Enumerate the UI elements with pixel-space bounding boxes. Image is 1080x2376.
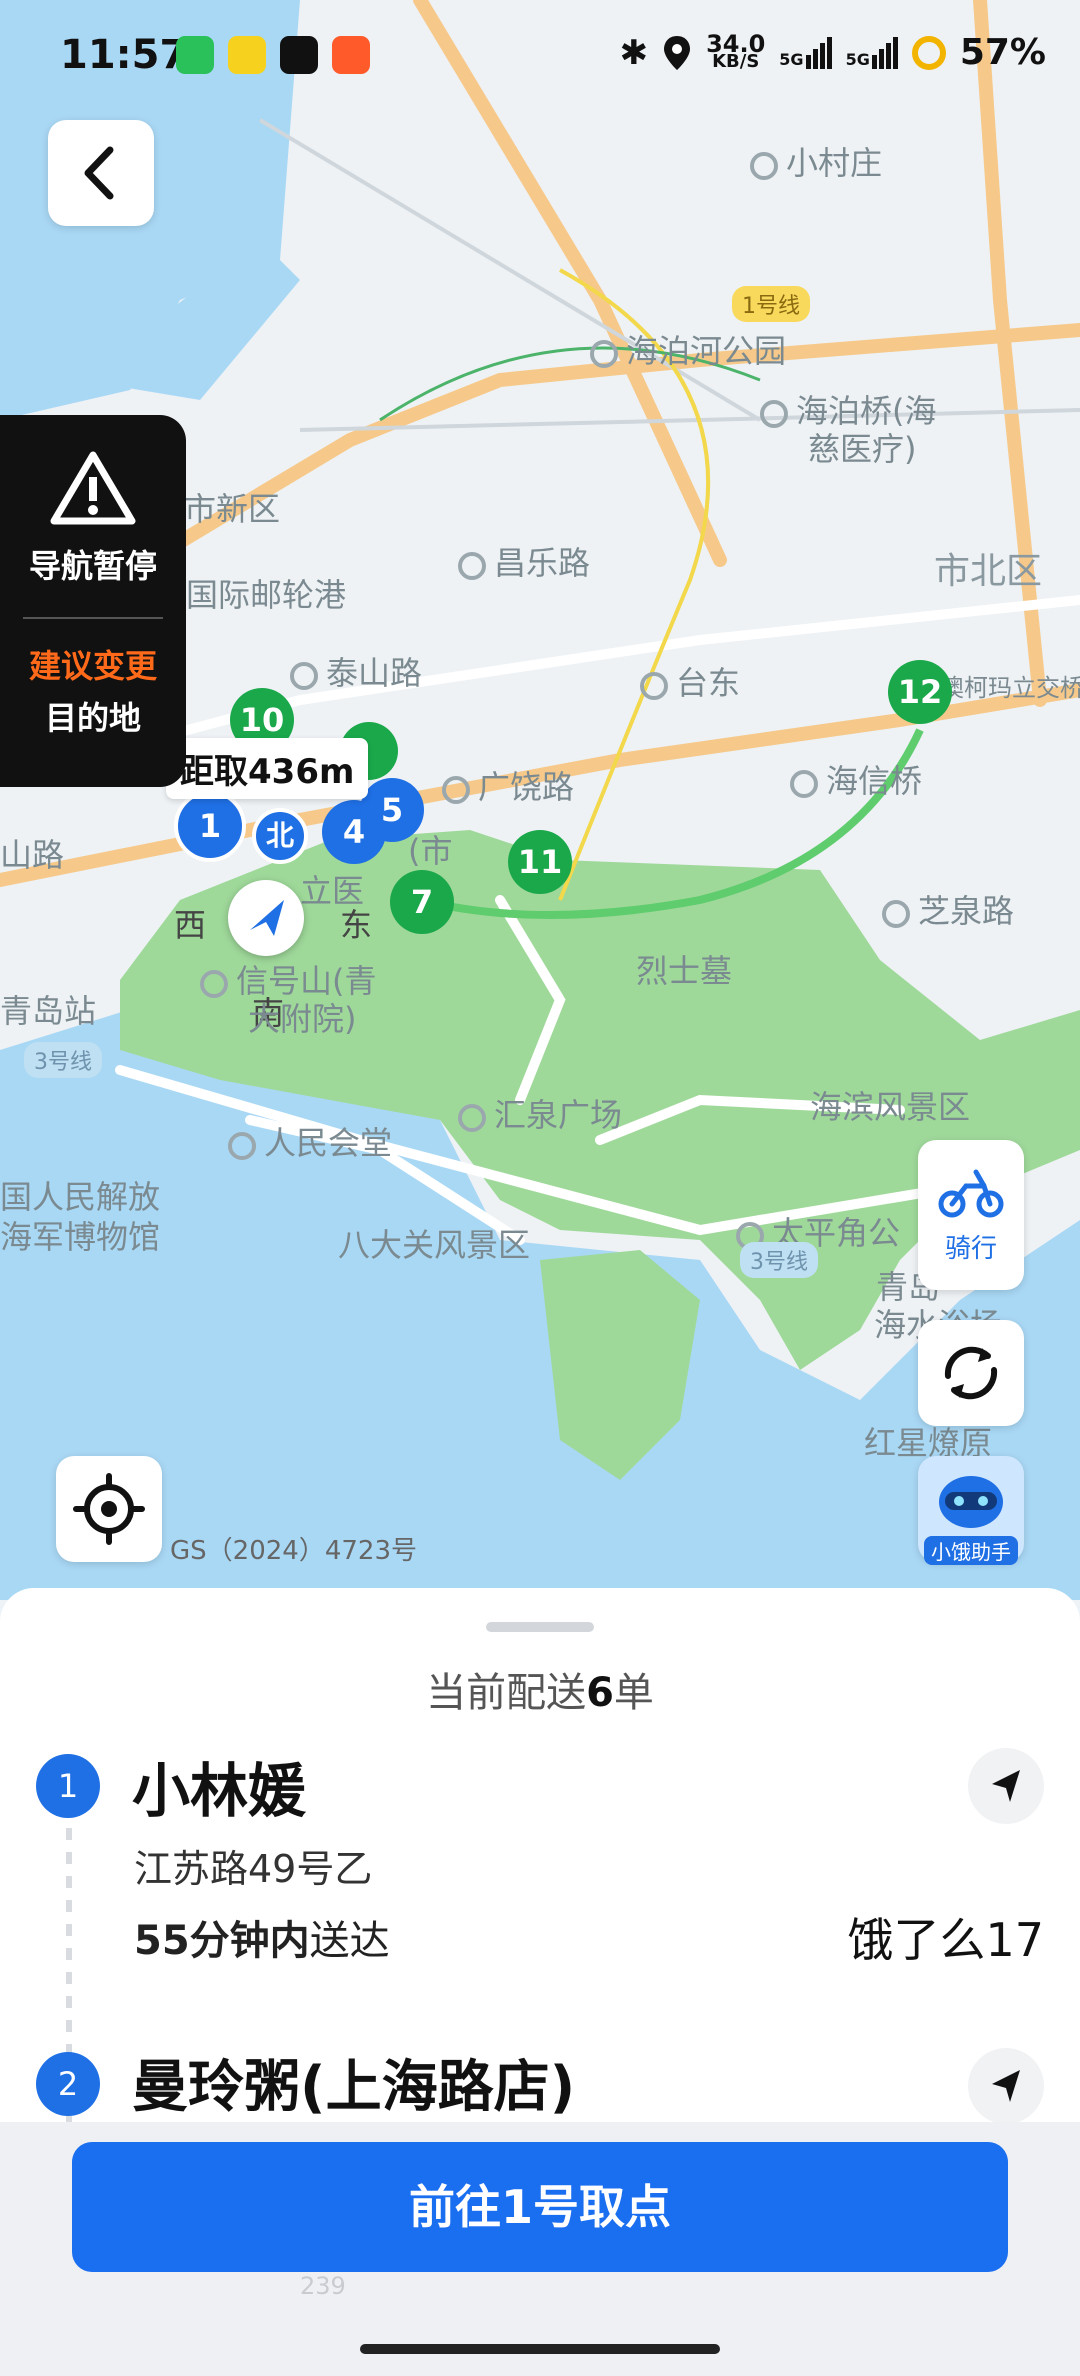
map-copyright: GS（2024）4723号	[170, 1536, 417, 1566]
delivery-summary: 当前配送6单	[426, 1670, 654, 1716]
suggest-change-label: 建议变更	[28, 647, 157, 685]
compass-west: 西	[174, 906, 207, 944]
signal-icon: 5G	[779, 36, 832, 69]
metro-icon	[640, 672, 668, 700]
chevron-left-icon	[84, 146, 114, 200]
status-indicators: ✱ 34.0 KB/S 5G 5G 57%	[619, 29, 1046, 74]
tiktok-icon	[280, 36, 318, 74]
map-label: 烈士墓	[636, 952, 733, 990]
battery-percent: 57%	[959, 32, 1046, 73]
refresh-icon	[944, 1346, 998, 1400]
home-indicator[interactable]	[360, 2344, 720, 2354]
navigation-paused-card[interactable]: 导航暂停 建议变更 目的地	[0, 415, 186, 787]
destination-label: 目的地	[44, 699, 141, 737]
map-label: 海信桥	[790, 756, 922, 802]
map-label: 小村庄	[750, 138, 882, 184]
signal-icon: 5G	[846, 36, 898, 69]
go-to-pickup-button[interactable]: 前往1号取点	[72, 2142, 1008, 2272]
assistant-button[interactable]: 小饿助手	[918, 1456, 1024, 1565]
district-label: 市北区	[934, 551, 1043, 592]
map-pin-11[interactable]: 11	[508, 830, 572, 894]
metro-icon	[442, 776, 470, 804]
map-pin-5[interactable]: 5	[360, 778, 424, 842]
map-label: 汇泉广场	[458, 1090, 622, 1136]
map-label: 芝泉路	[882, 886, 1014, 932]
ride-mode-button[interactable]: 骑行	[918, 1140, 1024, 1290]
metro-icon	[290, 662, 318, 690]
metro-icon	[458, 1104, 486, 1132]
refresh-button[interactable]	[918, 1320, 1024, 1426]
metro-line-badge: 3号线	[24, 1042, 102, 1078]
warning-triangle-icon	[50, 451, 136, 525]
order-address: 江苏路49号乙	[134, 1847, 373, 1891]
navigate-order-button[interactable]	[968, 1748, 1044, 1824]
my-location-marker	[228, 880, 304, 956]
app-notification-icon	[228, 36, 266, 74]
footer-faint-number: 239	[300, 2272, 346, 2300]
distance-tooltip: 距取436m	[166, 738, 369, 799]
back-button[interactable]	[48, 120, 154, 226]
map-label: 澳柯玛立交桥	[940, 674, 1080, 702]
metro-icon	[458, 552, 486, 580]
navigation-arrow-icon	[992, 2070, 1020, 2102]
navigation-arrow-icon	[992, 1770, 1020, 1802]
map-label: 海军博物馆	[0, 1218, 161, 1256]
map-label: 广饶路	[442, 762, 574, 808]
nav-paused-title: 导航暂停	[28, 547, 157, 585]
drag-handle[interactable]	[486, 1622, 594, 1632]
wechat-icon	[176, 36, 214, 74]
assistant-label: 小饿助手	[924, 1536, 1018, 1565]
map-label: 国际邮轮港	[186, 576, 347, 614]
location-icon	[664, 35, 691, 70]
status-bar: 11:57 ✱ 34.0 KB/S 5G 5G 57%	[0, 0, 1080, 110]
map-label: 大附院)	[248, 1000, 357, 1038]
metro-icon	[228, 1132, 256, 1160]
map-label: 海滨风景区	[810, 1088, 971, 1126]
map-label: 山路	[0, 836, 65, 874]
map-label: 昌乐路	[458, 538, 590, 584]
map-label: 泰山路	[290, 648, 422, 694]
map-label: 台东	[640, 658, 740, 704]
notification-icons	[176, 36, 370, 74]
scooter-icon	[938, 1169, 1004, 1218]
metro-icon	[590, 340, 618, 368]
map-label: (市	[408, 832, 453, 870]
net-speed: 34.0 KB/S	[706, 29, 766, 72]
map-label: 立医	[300, 872, 365, 910]
metro-line-badge: 3号线	[740, 1242, 818, 1278]
bluetooth-icon: ✱	[619, 32, 649, 73]
map-pin-7[interactable]: 7	[390, 870, 454, 934]
metro-line-badge: 1号线	[732, 286, 810, 322]
map-label: 八大关风景区	[338, 1226, 531, 1264]
order-name: 小林媛	[132, 1757, 307, 1825]
metro-icon	[790, 770, 818, 798]
metro-icon	[750, 152, 778, 180]
map-label: 海泊河公园	[590, 326, 786, 372]
status-time: 11:57	[60, 32, 188, 78]
metro-icon	[882, 900, 910, 928]
metro-icon	[760, 400, 788, 428]
order-name: 曼玲粥(上海路店)	[132, 2055, 576, 2120]
order-deadline: 55分钟内送达	[134, 1918, 390, 1964]
navigate-order-button[interactable]	[968, 2048, 1044, 2124]
map-label: 慈医疗)	[808, 430, 917, 468]
navigation-arrow-icon	[250, 900, 284, 936]
order-platform-tag: 饿了么17	[847, 1913, 1044, 1967]
map-label: 人民会堂	[228, 1118, 392, 1164]
map-label: 市新区	[184, 490, 281, 528]
metro-icon	[200, 970, 228, 998]
map-label: 青岛站	[0, 992, 97, 1030]
crosshair-icon	[73, 1473, 145, 1545]
ride-label: 骑行	[944, 1234, 997, 1264]
kuaishou-icon	[332, 36, 370, 74]
robot-assistant-icon	[939, 1476, 1003, 1528]
locate-me-button[interactable]	[56, 1456, 162, 1562]
map-pin-1[interactable]: 1	[174, 790, 246, 862]
map-pin-12[interactable]: 12	[888, 660, 952, 724]
compass-north: 北	[252, 808, 308, 864]
order-index-badge: 1	[36, 1754, 100, 1818]
order-index-badge: 2	[36, 2052, 100, 2116]
battery-icon	[911, 35, 946, 70]
